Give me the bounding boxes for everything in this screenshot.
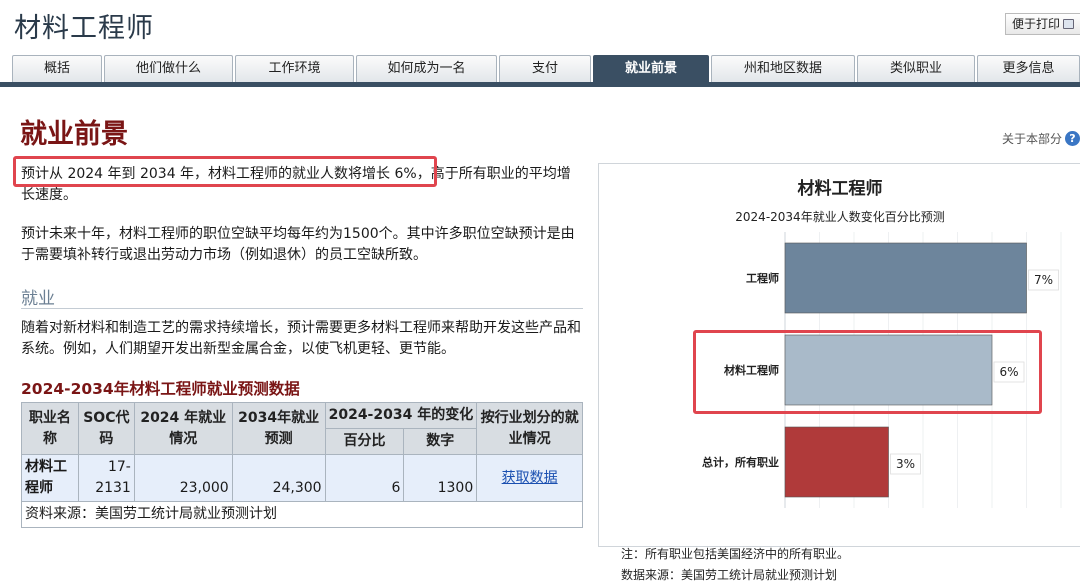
employment-subheading: 就业 [21,289,55,309]
printer-icon [1063,19,1074,29]
employment-paragraph: 随着对新材料和制造工艺的需求持续增长，预计需要更多材料工程师来帮助开发这些产品和… [21,320,581,357]
cell-occupation: 材料工程师 [21,454,79,502]
tab-what-they-do[interactable]: 他们做什么 [104,55,233,82]
tab-overview[interactable]: 概括 [12,55,102,82]
table-row: 材料工程师 17-2131 23,000 24,300 6 1300 获取数据 [21,454,583,502]
header-soc: SOC代码 [77,402,135,455]
site-title: 材料工程师 [14,13,154,44]
header-occupation: 职业名称 [21,402,79,455]
table-title: 2024-2034年材料工程师就业预测数据 [21,380,300,398]
cell-soc: 17-2131 [77,454,135,502]
print-label: 便于打印 [1011,17,1060,31]
print-button[interactable]: 便于打印 [1004,13,1080,35]
projections-table: 职业名称 SOC代码 2024 年就业情况 2034年就业预测 2024-203… [21,402,583,528]
header-emp-2024: 2024 年就业情况 [133,402,233,455]
category-label: 工程师 [746,271,779,285]
tab-more-info[interactable]: 更多信息 [977,55,1080,82]
value-label: 3% [896,457,915,471]
bar [784,242,1027,314]
bar [784,426,889,498]
tab-bar: 概括 他们做什么 工作环境 如何成为一名 支付 就业前景 州和地区数据 类似职业… [0,55,1080,87]
tab-job-outlook[interactable]: 就业前景 [593,55,709,82]
value-label: 7% [1034,273,1053,287]
category-label: 总计，所有职业 [702,455,779,469]
header-change: 2024-2034 年的变化 [324,402,478,429]
cell-number: 1300 [403,454,478,502]
chart-highlight-box [693,330,1042,414]
header-number: 数字 [403,428,478,455]
section-title: 就业前景 [20,119,128,150]
job-openings-paragraph: 预计未来十年，材料工程师的职位空缺平均每年约为1500个。其中许多职位空缺预计是… [21,226,575,263]
header-industry: 按行业划分的就业情况 [476,402,583,455]
tab-pay[interactable]: 支付 [499,55,591,82]
highlight-box [13,156,437,187]
tab-similar-occupations[interactable]: 类似职业 [857,55,975,82]
subheading-divider [21,308,583,309]
chart-note: 注：所有职业包括美国经济中的所有职业。 [621,547,850,561]
cell-percent: 6 [324,454,405,502]
chart-source: 数据来源：美国劳工统计局就业预测计划 [621,568,838,582]
get-data-link[interactable]: 获取数据 [476,454,583,502]
header-percent: 百分比 [324,428,405,455]
cell-emp-2024: 23,000 [133,454,233,502]
tab-work-environment[interactable]: 工作环境 [235,55,354,82]
cell-emp-2034: 24,300 [231,454,326,502]
about-label: 关于本部分 [1001,132,1062,146]
tab-how-to-become[interactable]: 如何成为一名 [356,55,497,82]
about-section-link[interactable]: 关于本部分 ? [1002,130,1080,147]
header-emp-2034: 2034年就业预测 [231,402,326,455]
tab-state-area-data[interactable]: 州和地区数据 [711,55,855,82]
table-source: 资料来源：美国劳工统计局就业预测计划 [21,501,583,528]
question-icon: ? [1065,131,1080,146]
